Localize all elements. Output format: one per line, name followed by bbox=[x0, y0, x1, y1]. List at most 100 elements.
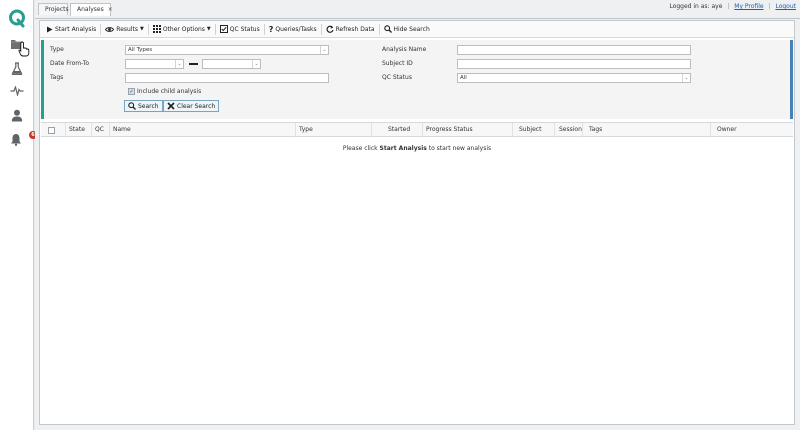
close-tab-icon[interactable]: × bbox=[108, 6, 113, 13]
qc-status-label: QC Status bbox=[229, 25, 260, 33]
user-links: Logged in as: aye | My Profile | Logout bbox=[669, 3, 796, 10]
empty-message-prefix: Please click bbox=[342, 145, 380, 152]
qc-status-button[interactable]: QC Status bbox=[217, 23, 263, 36]
sidebar-item-lab[interactable] bbox=[0, 57, 34, 79]
close-icon bbox=[167, 102, 175, 110]
logout-link[interactable]: Logout bbox=[775, 3, 796, 10]
search-button-label: Search bbox=[138, 102, 159, 110]
toolbar-divider bbox=[147, 23, 149, 35]
empty-grid-message: Please click Start Analysis to start new… bbox=[41, 145, 793, 152]
results-label: Results bbox=[116, 25, 138, 33]
bell-icon bbox=[11, 133, 21, 146]
sidebar: 6 bbox=[0, 0, 37, 430]
queries-tasks-button[interactable]: ? Queries/Tasks bbox=[266, 23, 320, 36]
column-header-started[interactable]: Started bbox=[371, 123, 422, 137]
clear-search-button[interactable]: Clear Search bbox=[163, 100, 220, 112]
empty-message-suffix: to start new analysis bbox=[426, 145, 492, 152]
analysis-name-label: Analysis Name bbox=[382, 46, 427, 53]
refresh-icon bbox=[326, 25, 334, 33]
chevron-down-icon: ⌄ bbox=[682, 74, 690, 82]
toolbar-divider bbox=[214, 23, 216, 35]
search-icon bbox=[383, 25, 392, 33]
start-analysis-button[interactable]: Start Analysis bbox=[43, 23, 99, 36]
column-header-tags[interactable]: Tags bbox=[582, 123, 710, 137]
other-options-label: Other Options bbox=[162, 25, 205, 33]
type-label: Type bbox=[50, 46, 64, 53]
chevron-down-icon: ⌄ bbox=[320, 46, 328, 54]
calendar-dropdown-icon[interactable]: ⌄ bbox=[252, 60, 260, 68]
tags-label: Tags bbox=[50, 74, 64, 81]
search-icon bbox=[128, 102, 136, 110]
my-profile-link[interactable]: My Profile bbox=[734, 3, 763, 10]
tab-label: Projects bbox=[45, 6, 69, 13]
checkbox-edit-icon bbox=[219, 25, 228, 33]
subject-id-input[interactable] bbox=[457, 59, 691, 69]
eye-icon bbox=[105, 26, 115, 32]
toolbar: Start Analysis Results ▼ Other Options ▼ bbox=[40, 21, 794, 38]
sidebar-item-subjects[interactable] bbox=[0, 104, 34, 126]
refresh-data-label: Refresh Data bbox=[335, 25, 375, 33]
include-child-checkbox[interactable]: ✓ bbox=[128, 88, 135, 95]
qc-status-select[interactable]: All ⌄ bbox=[457, 73, 691, 83]
subject-id-label: Subject ID bbox=[382, 60, 413, 67]
chevron-down-icon: ▼ bbox=[139, 26, 144, 32]
date-from-to-label: Date From-To bbox=[50, 60, 90, 67]
search-panel: Type All Types ⌄ Date From-To ⌄ ⌄ Tags ✓… bbox=[41, 40, 793, 119]
grid-header: State QC Name Type Started Progress Stat… bbox=[41, 123, 793, 137]
toolbar-divider bbox=[263, 23, 265, 35]
tab-divider bbox=[35, 18, 800, 19]
date-to-input[interactable]: ⌄ bbox=[202, 59, 261, 69]
empty-message-action: Start Analysis bbox=[379, 145, 427, 152]
search-button[interactable]: Search bbox=[124, 100, 163, 112]
tab-analyses[interactable]: Analyses × bbox=[70, 3, 113, 16]
tags-input[interactable] bbox=[125, 73, 329, 83]
pulse-icon bbox=[10, 86, 24, 96]
column-header-session[interactable]: Session bbox=[554, 123, 582, 137]
tab-projects[interactable]: Projects bbox=[38, 3, 69, 15]
column-header-owner[interactable]: Owner bbox=[710, 123, 793, 137]
sidebar-item-signals[interactable] bbox=[0, 80, 34, 102]
type-select[interactable]: All Types ⌄ bbox=[125, 45, 329, 55]
date-from-input[interactable]: ⌄ bbox=[125, 59, 184, 69]
start-analysis-label: Start Analysis bbox=[55, 25, 97, 33]
flask-icon bbox=[11, 61, 23, 75]
results-menu-button[interactable]: Results ▼ bbox=[102, 23, 147, 36]
column-header-progress-status[interactable]: Progress Status bbox=[422, 123, 512, 137]
qc-status-select-value: All bbox=[460, 75, 467, 81]
date-range-dash bbox=[189, 63, 198, 65]
tab-label: Analyses bbox=[77, 6, 104, 13]
main-area: Projects Analyses × Logged in as: aye | M… bbox=[35, 0, 800, 430]
calendar-dropdown-icon[interactable]: ⌄ bbox=[175, 60, 183, 68]
type-select-value: All Types bbox=[128, 47, 153, 53]
logged-in-text: Logged in as: aye bbox=[669, 3, 723, 10]
grid-icon bbox=[152, 25, 161, 33]
analyses-panel: Start Analysis Results ▼ Other Options ▼ bbox=[39, 20, 795, 425]
play-icon bbox=[47, 26, 53, 32]
column-header-name[interactable]: Name bbox=[109, 123, 295, 137]
other-options-menu-button[interactable]: Other Options ▼ bbox=[150, 23, 214, 36]
clear-search-label: Clear Search bbox=[177, 102, 216, 110]
hand-cursor-icon bbox=[18, 41, 30, 57]
select-all-checkbox[interactable] bbox=[48, 127, 55, 134]
include-child-label: Include child analysis bbox=[137, 88, 202, 95]
analyses-grid: State QC Name Type Started Progress Stat… bbox=[41, 122, 793, 424]
hide-search-label: Hide Search bbox=[393, 25, 430, 33]
person-icon bbox=[11, 109, 23, 121]
toolbar-divider bbox=[320, 23, 322, 35]
toolbar-divider bbox=[100, 23, 102, 35]
chevron-down-icon: ▼ bbox=[206, 26, 211, 32]
refresh-data-button[interactable]: Refresh Data bbox=[323, 23, 378, 36]
hide-search-button[interactable]: Hide Search bbox=[381, 23, 433, 36]
link-separator: | bbox=[727, 3, 730, 10]
toolbar-divider bbox=[378, 23, 380, 35]
link-separator: | bbox=[768, 3, 771, 10]
analysis-name-input[interactable] bbox=[457, 45, 691, 55]
column-header-state[interactable]: State bbox=[65, 123, 91, 137]
column-header-qc[interactable]: QC bbox=[91, 123, 109, 137]
column-header-subject[interactable]: Subject bbox=[512, 123, 554, 137]
sidebar-item-notifications[interactable]: 6 bbox=[0, 128, 37, 150]
qc-status-label: QC Status bbox=[382, 74, 412, 81]
question-icon: ? bbox=[268, 24, 274, 34]
column-header-type[interactable]: Type bbox=[295, 123, 371, 137]
app-logo[interactable] bbox=[7, 8, 27, 28]
